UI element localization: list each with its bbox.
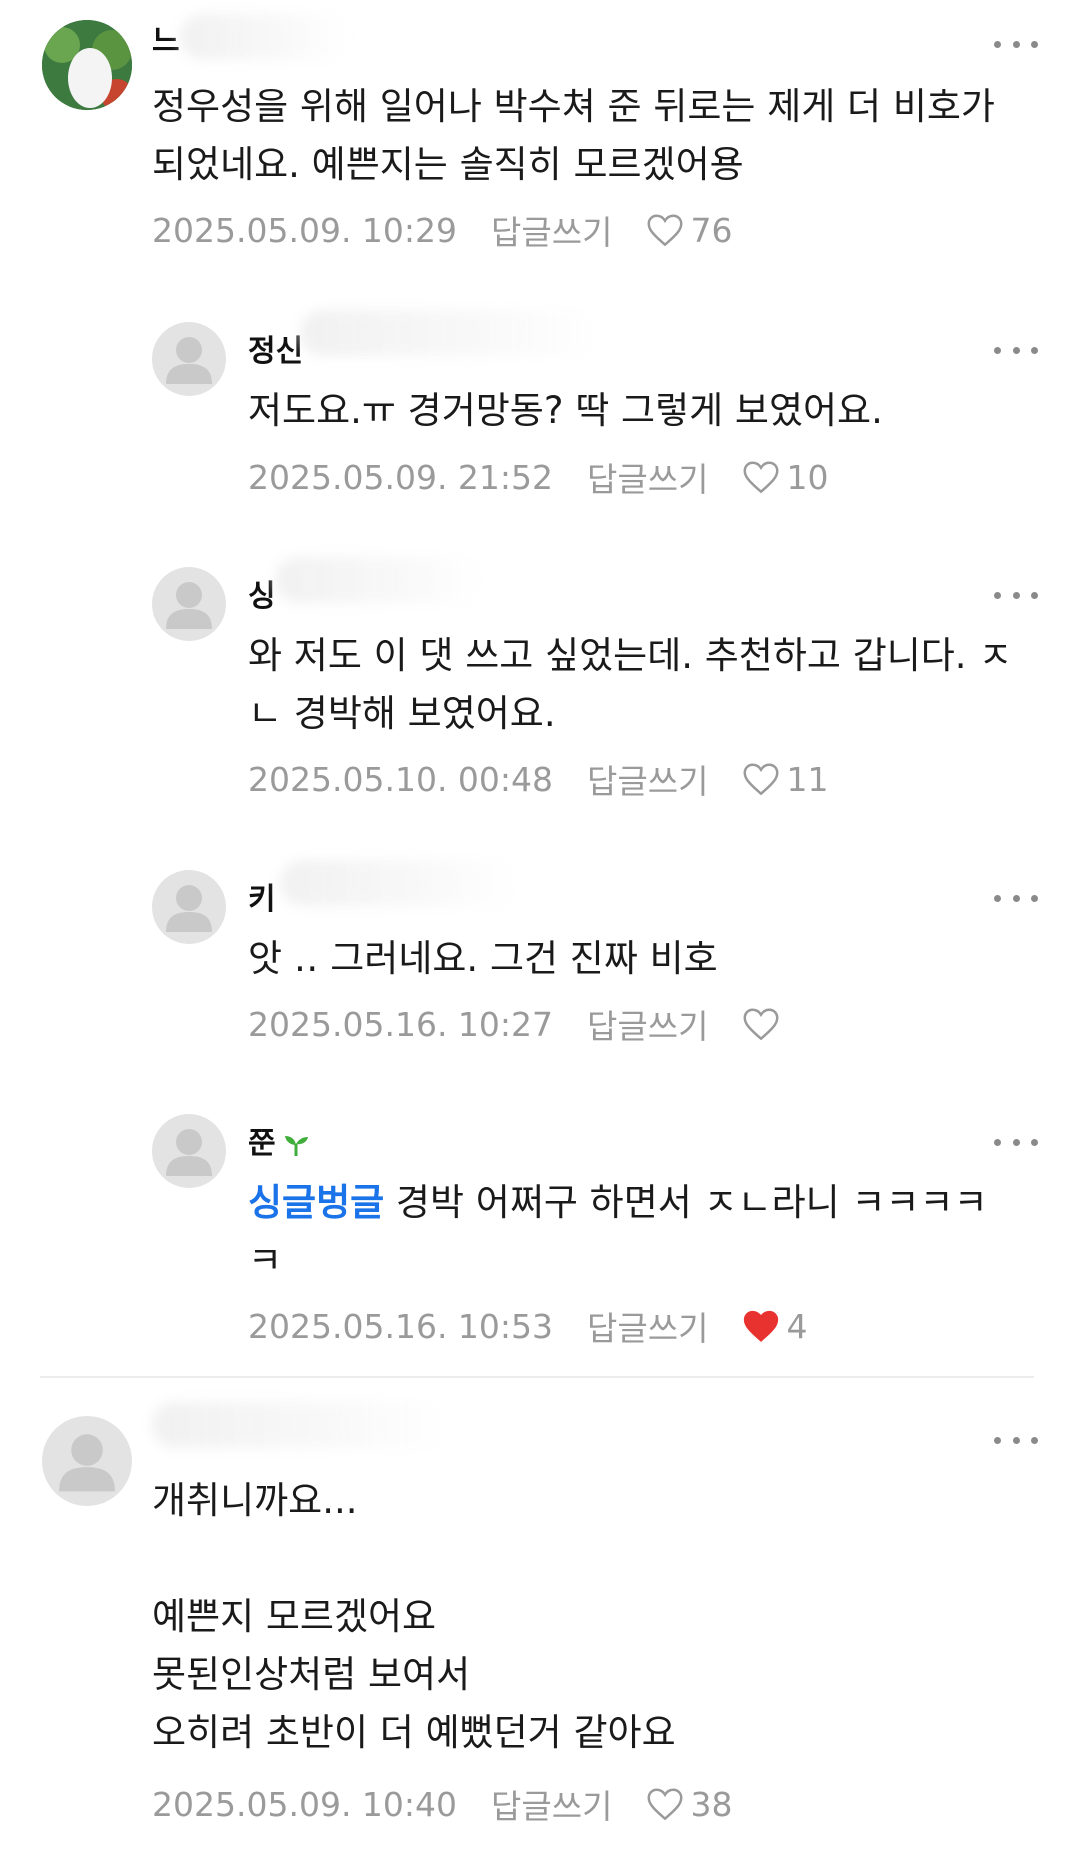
default-avatar-icon [166,337,212,384]
comment-meta: 2025.05.16. 10:53 답글쓰기 4 [248,1302,807,1350]
more-options-icon[interactable] [994,888,1038,908]
heart-icon [744,763,779,796]
reply-comment: 정신 저도요.ㅠ 경거망동? 딱 그렇게 보였어요. 2025.05.09. 2… [0,290,1074,530]
reply-comment: 싱 와 저도 이 댓 쓰고 싶었는데. 추천하고 갑니다. ㅈ ㄴ 경박해 보였… [0,535,1074,825]
avatar[interactable] [42,20,132,110]
comment-meta: 2025.05.09. 10:40 답글쓰기 38 [152,1780,732,1828]
comment-line: 저도요.ㅠ 경거망동? 딱 그렇게 보였어요. [248,389,883,432]
like-button[interactable] [742,1007,786,1041]
default-avatar-icon [166,582,212,629]
comment-line: 되었네요. 예쁜지는 솔직히 모르겠어용 [152,143,744,186]
comment-text: 싱글벙글 경박 어쩌구 하면서 ㅈㄴ라니 ㅋㅋㅋㅋ ㅋ [248,1174,988,1290]
comment: 개취니까요... 예쁜지 모르겠어요 못된인상처럼 보여서 오히려 초반이 더 … [0,1380,1074,1850]
comment-line: 와 저도 이 댓 쓰고 싶었는데. 추천하고 갑니다. ㅈ [248,634,1013,677]
comment-line: ㅋ [248,1239,283,1282]
heart-icon [648,214,683,247]
default-avatar-icon [166,1129,212,1176]
comment-date: 2025.05.16. 10:27 [248,1004,554,1044]
comment-line: 못된인상처럼 보여서 [152,1653,471,1696]
like-button[interactable]: 76 [646,211,732,250]
comment-date: 2025.05.09. 10:40 [152,1784,458,1824]
comment-text: 앗 ‥ 그러네요. 그건 진짜 비호 [248,930,718,988]
more-options-icon[interactable] [994,340,1038,360]
sprout-badge-icon [284,1135,308,1156]
like-count: 11 [786,759,829,799]
like-button[interactable]: 38 [646,1785,732,1824]
comment-line: 싱글벙글 경박 어쩌구 하면서 ㅈㄴ라니 ㅋㅋㅋㅋ [248,1174,988,1232]
avatar[interactable] [152,1114,226,1188]
reply-button[interactable]: 답글쓰기 [587,453,708,501]
comment-line-text: 경박 어쩌구 하면서 ㅈㄴ라니 ㅋㅋㅋㅋ [384,1181,988,1224]
more-options-icon[interactable] [994,1430,1038,1450]
like-button[interactable]: 10 [742,458,828,497]
comment-text: 와 저도 이 댓 쓰고 싶었는데. 추천하고 갑니다. ㅈ ㄴ 경박해 보였어요… [248,627,1012,743]
redacted-name [280,860,520,906]
reply-comment: 키 앗 ‥ 그러네요. 그건 진짜 비호 2025.05.16. 10:27 답… [0,838,1074,1078]
reply-button[interactable]: 답글쓰기 [587,1302,708,1350]
like-button[interactable]: 4 [742,1307,807,1346]
reply-button[interactable]: 답글쓰기 [491,1780,612,1828]
reply-button[interactable]: 답글쓰기 [587,1000,708,1048]
comment-line: 정우성을 위해 일어나 박수쳐 준 뒤로는 제게 더 비호가 [152,85,995,128]
like-count: 76 [690,210,733,250]
username[interactable]: 정신 [248,326,303,370]
redacted-name [300,310,600,356]
comment-text: 정우성을 위해 일어나 박수쳐 준 뒤로는 제게 더 비호가 되었네요. 예쁜지… [152,78,995,194]
like-count: 4 [786,1306,808,1346]
like-button[interactable]: 11 [742,760,828,799]
more-options-icon[interactable] [994,585,1038,605]
comment-text: 저도요.ㅠ 경거망동? 딱 그렇게 보였어요. [248,382,883,440]
more-options-icon[interactable] [994,1132,1038,1152]
redacted-name [275,557,485,603]
divider [40,1376,1034,1378]
redacted-name [180,14,350,60]
more-options-icon[interactable] [994,34,1038,54]
avatar[interactable] [42,1416,132,1506]
reply-button[interactable]: 답글쓰기 [587,755,708,803]
heart-icon [648,1788,683,1821]
username[interactable]: 싱 [248,571,276,615]
heart-icon [744,1008,779,1041]
username[interactable]: 쭌 [248,1118,310,1162]
comment-blank-line [152,1530,676,1588]
username-text: 쭌 [248,1126,276,1161]
default-avatar-icon [166,885,212,932]
comment-meta: 2025.05.09. 10:29 답글쓰기 76 [152,206,732,254]
comment-text: 개취니까요... 예쁜지 모르겠어요 못된인상처럼 보여서 오히려 초반이 더 … [152,1472,676,1762]
avatar[interactable] [152,567,226,641]
comment-line: ㄴ 경박해 보였어요. [248,692,556,735]
comment-meta: 2025.05.10. 00:48 답글쓰기 11 [248,755,828,803]
comment-line: 개취니까요... [152,1479,358,1522]
comment-date: 2025.05.09. 21:52 [248,457,554,497]
comment-date: 2025.05.16. 10:53 [248,1306,554,1346]
heart-icon [744,461,779,494]
comment-line: 오히려 초반이 더 예뻤던거 같아요 [152,1711,676,1754]
default-avatar-icon [59,1434,115,1492]
avatar[interactable] [152,322,226,396]
comment-line: 예쁜지 모르겠어요 [152,1595,437,1638]
username[interactable]: 키 [248,874,276,918]
username[interactable]: 느 [152,16,180,60]
heart-filled-icon [744,1310,779,1342]
avatar[interactable] [152,870,226,944]
redacted-name [152,1402,452,1448]
reply-comment: 쭌 싱글벙글 경박 어쩌구 하면서 ㅈㄴ라니 ㅋㅋㅋㅋ ㅋ 2025.05.16… [0,1082,1074,1362]
comment-meta: 2025.05.09. 21:52 답글쓰기 10 [248,453,828,501]
comment: 느 정우성을 위해 일어나 박수쳐 준 뒤로는 제게 더 비호가 되었네요. 예… [0,0,1074,252]
mention-link[interactable]: 싱글벙글 [248,1181,384,1224]
profile-photo-icon [42,20,132,110]
comment-date: 2025.05.09. 10:29 [152,210,458,250]
like-count: 10 [786,457,829,497]
like-count: 38 [690,1784,733,1824]
comment-line: 앗 ‥ 그러네요. 그건 진짜 비호 [248,937,718,980]
comment-date: 2025.05.10. 00:48 [248,759,554,799]
comment-meta: 2025.05.16. 10:27 답글쓰기 [248,1000,786,1048]
reply-button[interactable]: 답글쓰기 [491,206,612,254]
